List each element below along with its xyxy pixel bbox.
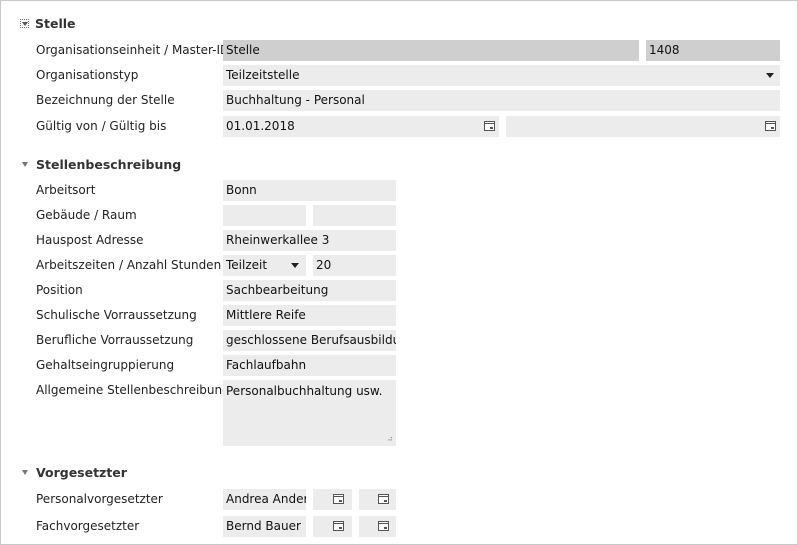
resize-grip-icon[interactable]: ⠴ [387,435,393,443]
chevron-down-icon[interactable] [291,263,299,268]
hauspost-label: Hauspost Adresse [36,233,144,247]
chevron-down-icon[interactable] [766,73,774,78]
section-stelle[interactable]: Stelle [20,16,76,31]
beruflich-label: Berufliche Vorraussetzung [36,333,194,347]
org-type-value: Teilzeitstelle [226,68,300,82]
fach-label: Fachvorgesetzter [36,519,140,533]
calendar-icon[interactable] [484,121,495,131]
section-title: Stelle [35,16,76,31]
calendar-icon[interactable] [378,494,389,504]
section-title: Stellenbeschreibung [36,157,182,172]
gueltig-von-value: 01.01.2018 [226,119,295,133]
calendar-icon[interactable] [378,521,389,531]
arbeitszeit-label: Arbeitszeiten / Anzahl Stunden [36,258,222,272]
org-unit-field[interactable]: Stelle [223,40,639,61]
gueltig-von-field[interactable]: 01.01.2018 [223,116,499,137]
org-label: Organisationseinheit / Master-ID [36,43,230,57]
calendar-icon[interactable] [765,121,776,131]
bezeichnung-field[interactable]: Buchhaltung - Personal [223,90,780,111]
stunden-field[interactable]: 20 [313,255,396,276]
fach-picker-2[interactable] [359,516,396,537]
personal-picker-2[interactable] [359,489,396,510]
allgemein-label: Allgemeine Stellenbeschreibung [36,383,230,397]
allgemein-value: Personalbuchhaltung usw. [226,384,383,398]
allgemein-textarea[interactable]: Personalbuchhaltung usw. ⠴ [223,380,396,446]
fach-picker-1[interactable] [313,516,352,537]
personal-label: Personalvorgesetzter [36,492,163,506]
gueltig-bis-field[interactable] [506,116,780,137]
gebaeude-label: Gebäude / Raum [36,208,137,222]
beruflich-field[interactable]: geschlossene Berufsausbildung [223,330,396,351]
gehalt-label: Gehaltseingruppierung [36,358,175,372]
arbeitszeit-value: Teilzeit [226,258,268,272]
bez-label: Bezeichnung der Stelle [36,93,175,107]
org-type-select[interactable]: Teilzeitstelle [223,65,780,86]
gueltig-label: Gültig von / Gültig bis [36,119,167,133]
section-stellenbeschreibung[interactable]: Stellenbeschreibung [20,157,181,172]
chevron-down-icon[interactable] [22,162,28,167]
position-label: Position [36,283,83,297]
calendar-icon[interactable] [333,521,344,531]
raum-field[interactable] [313,205,396,226]
master-id-field[interactable]: 1408 [646,40,780,61]
gebaeude-field[interactable] [223,205,306,226]
personal-picker-1[interactable] [313,489,352,510]
collapse-icon[interactable] [20,19,29,28]
personal-field[interactable]: Andrea Anders [223,489,306,510]
section-title: Vorgesetzter [36,465,127,480]
schulisch-field[interactable]: Mittlere Reife [223,305,396,326]
typ-label: Organisationstyp [36,68,139,82]
chevron-down-icon[interactable] [22,470,28,475]
section-vorgesetzter[interactable]: Vorgesetzter [20,465,127,480]
arbeitsort-field[interactable]: Bonn [223,180,396,201]
calendar-icon[interactable] [333,494,344,504]
fach-field[interactable]: Bernd Bauer [223,516,306,537]
gehalt-field[interactable]: Fachlaufbahn [223,355,396,376]
schulisch-label: Schulische Vorraussetzung [36,308,197,322]
arbeitsort-label: Arbeitsort [36,183,96,197]
hauspost-field[interactable]: Rheinwerkallee 3 [223,230,396,251]
position-field[interactable]: Sachbearbeitung [223,280,396,301]
arbeitszeit-select[interactable]: Teilzeit [223,255,306,276]
